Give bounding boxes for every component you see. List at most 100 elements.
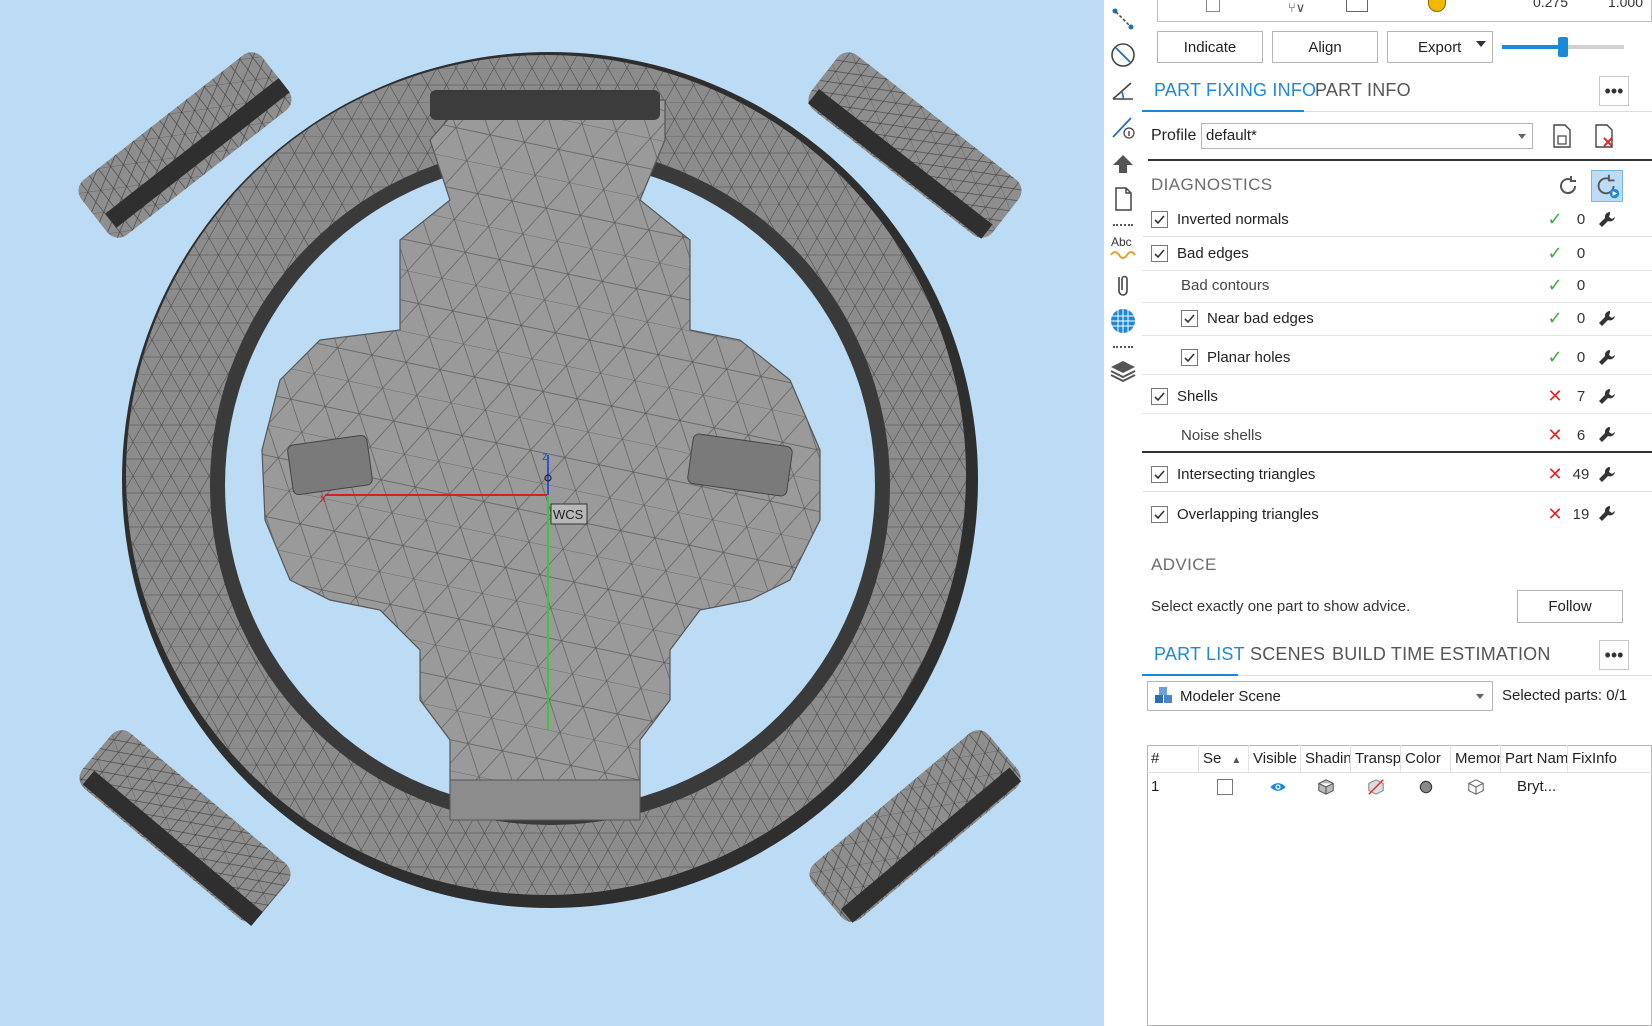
diagnostic-label: Overlapping triangles [1177, 505, 1319, 523]
toolbar-separator [1113, 346, 1133, 350]
diagnostic-label: Bad contours [1181, 277, 1270, 294]
diagnostic-row[interactable]: Shells ✕ 7 [1142, 380, 1652, 414]
diagnostic-count: 49 [1572, 466, 1590, 483]
value-a[interactable]: 0.275 [1488, 0, 1568, 10]
wrench-icon[interactable] [1596, 386, 1618, 408]
profile-select[interactable]: default* [1201, 123, 1533, 149]
diagnostic-row[interactable]: Intersecting triangles ✕ 49 [1142, 458, 1652, 492]
more-options-button[interactable]: ••• [1599, 76, 1629, 106]
diagnostic-label: Planar holes [1207, 349, 1291, 366]
chevron-down-icon[interactable] [1476, 694, 1484, 699]
mesh-model[interactable]: x z WCS [0, 0, 1104, 1026]
check-icon: ✓ [1547, 347, 1563, 367]
diagnostic-row[interactable]: Bad edges ✓ 0 [1142, 237, 1652, 271]
more-options-button[interactable]: ••• [1599, 640, 1629, 670]
zoom-slider-thumb[interactable] [1558, 37, 1568, 57]
col-visible[interactable]: Visible [1249, 745, 1301, 773]
page-icon[interactable] [1108, 184, 1138, 214]
diagnostic-row[interactable]: Bad contours ✓ 0 [1142, 269, 1652, 303]
diagnostic-checkbox[interactable] [1181, 349, 1198, 366]
tab-active-indicator [1142, 674, 1238, 676]
col-selected[interactable]: Se ▲ [1199, 745, 1249, 773]
shading-cube-icon[interactable] [1313, 773, 1343, 801]
fork-icon[interactable]: ⑂∨ [1288, 0, 1305, 16]
diagnostic-count: 7 [1576, 388, 1586, 405]
mesh-grid-icon[interactable] [1108, 306, 1138, 336]
tab-scenes[interactable]: SCENES [1250, 644, 1325, 665]
zoom-slider[interactable] [1502, 37, 1624, 57]
tab-part-fixing-info[interactable]: PART FIXING INFO [1154, 80, 1316, 101]
table-row[interactable]: 1 Bryt... [1147, 773, 1652, 801]
material-ball-icon[interactable] [1428, 0, 1446, 12]
diagnostic-label: Noise shells [1181, 426, 1262, 444]
diagnostic-row[interactable]: Noise shells ✕ 6 [1142, 419, 1652, 453]
wrench-icon[interactable] [1596, 503, 1618, 525]
diagnostic-row[interactable]: Inverted normals ✓ 0 [1142, 203, 1652, 237]
diagnostic-label: Near bad edges [1207, 310, 1314, 327]
wrench-icon[interactable] [1596, 424, 1618, 446]
save-profile-icon[interactable] [1549, 122, 1575, 150]
indicate-button[interactable]: Indicate [1157, 31, 1263, 63]
measure-distance-info-icon[interactable] [1108, 112, 1138, 142]
eye-icon[interactable] [1265, 773, 1295, 801]
top-properties-strip: ⑂∨ 0.275 1.000 [1157, 0, 1652, 22]
tab-build-time-estimation[interactable]: BUILD TIME ESTIMATION [1332, 644, 1551, 665]
diagnostic-row[interactable]: Planar holes ✓ 0 [1142, 341, 1652, 375]
col-fixinfo[interactable]: FixInfo [1568, 745, 1652, 773]
diagnostic-row[interactable]: Near bad edges ✓ 0 [1142, 302, 1652, 336]
col-part-name[interactable]: Part Name [1501, 745, 1568, 773]
wrench-icon[interactable] [1596, 347, 1618, 369]
refresh-icon[interactable] [1556, 174, 1580, 198]
check-icon: ✓ [1547, 209, 1563, 229]
scene-select[interactable]: Modeler Scene [1147, 681, 1493, 711]
col-color[interactable]: Color [1401, 745, 1451, 773]
row-select-checkbox[interactable] [1213, 773, 1243, 801]
color-swatch-icon[interactable] [1415, 773, 1445, 801]
diagnostic-row[interactable]: Overlapping triangles ✕ 19 [1142, 497, 1652, 531]
part-grid-header: # Se ▲ Visible Shading Transparency Color… [1147, 745, 1652, 773]
diagnostic-count: 0 [1576, 349, 1586, 366]
error-x-icon: ✕ [1547, 386, 1563, 406]
chevron-down-icon[interactable] [1476, 41, 1486, 47]
export-button[interactable]: Export [1387, 31, 1493, 63]
pin-tool-icon[interactable] [1108, 148, 1138, 178]
col-shading[interactable]: Shading [1301, 745, 1351, 773]
wrench-icon[interactable] [1596, 308, 1618, 330]
diagnostic-count: 6 [1576, 426, 1586, 444]
connect-points-icon[interactable] [1108, 4, 1138, 34]
error-x-icon: ✕ [1547, 503, 1563, 524]
z-axis-label: z [542, 449, 548, 463]
diagnostic-checkbox[interactable] [1151, 211, 1168, 228]
cube-icon[interactable] [1346, 0, 1368, 12]
auto-refresh-icon[interactable] [1591, 170, 1623, 202]
layers-icon[interactable] [1108, 356, 1138, 386]
follow-button[interactable]: Follow [1517, 590, 1623, 623]
col-number[interactable]: # [1147, 745, 1199, 773]
col-memory[interactable]: Memory [1451, 745, 1501, 773]
value-b[interactable]: 1.000 [1568, 0, 1643, 10]
measure-circle-icon[interactable] [1108, 40, 1138, 70]
diagnostic-checkbox[interactable] [1181, 310, 1198, 327]
row-part-name: Bryt... [1517, 778, 1557, 795]
selected-parts-label: Selected parts: 0/1 [1502, 687, 1628, 704]
tab-part-info[interactable]: PART INFO [1315, 80, 1411, 101]
wrench-icon[interactable] [1596, 209, 1618, 231]
chevron-down-icon[interactable] [1518, 134, 1526, 139]
3d-viewport[interactable]: x z WCS [0, 0, 1104, 1026]
diagnostic-checkbox[interactable] [1151, 388, 1168, 405]
delete-profile-icon[interactable] [1591, 122, 1617, 150]
transparency-cube-icon[interactable] [1363, 773, 1393, 801]
measure-angle-icon[interactable] [1108, 76, 1138, 106]
advice-text: Select exactly one part to show advice. [1151, 598, 1411, 615]
diagnostic-checkbox[interactable] [1151, 245, 1168, 262]
diagnostic-checkbox[interactable] [1151, 466, 1168, 483]
spell-check-icon[interactable]: Abc [1108, 232, 1138, 262]
wrench-icon[interactable] [1596, 464, 1618, 486]
diagnostic-checkbox[interactable] [1151, 505, 1168, 523]
top-checkbox[interactable] [1206, 0, 1220, 12]
memory-cube-icon [1463, 773, 1493, 801]
tab-part-list[interactable]: PART LIST [1154, 644, 1245, 665]
col-transparency[interactable]: Transparency [1351, 745, 1401, 773]
align-button[interactable]: Align [1272, 31, 1378, 63]
paperclip-icon[interactable] [1108, 270, 1138, 300]
